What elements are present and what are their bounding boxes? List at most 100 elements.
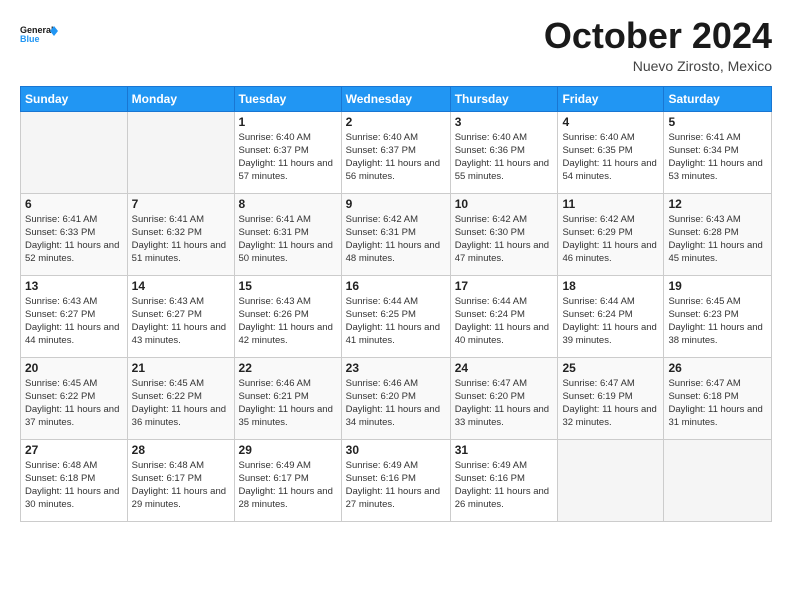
sunset: Sunset: 6:23 PM bbox=[668, 309, 738, 320]
sunset: Sunset: 6:24 PM bbox=[455, 309, 525, 320]
day-cell-25: 25Sunrise: 6:47 AMSunset: 6:19 PMDayligh… bbox=[558, 357, 664, 439]
day-cell-22: 22Sunrise: 6:46 AMSunset: 6:21 PMDayligh… bbox=[234, 357, 341, 439]
day-detail: Sunrise: 6:49 AMSunset: 6:16 PMDaylight:… bbox=[346, 459, 446, 512]
daylight: Daylight: 11 hours and 46 minutes. bbox=[562, 240, 656, 264]
day-number: 13 bbox=[25, 279, 123, 293]
day-detail: Sunrise: 6:40 AMSunset: 6:35 PMDaylight:… bbox=[562, 131, 659, 184]
empty-cell bbox=[21, 111, 128, 193]
day-number: 12 bbox=[668, 197, 767, 211]
day-cell-11: 11 Sunrise: 6:42 AMSunset: 6:29 PMDayligh… bbox=[558, 193, 664, 275]
day-number: 8 bbox=[239, 197, 337, 211]
header: General Blue October 2024 Nuevo Zirosto,… bbox=[20, 16, 772, 74]
day-cell-10: 10Sunrise: 6:42 AMSunset: 6:30 PMDayligh… bbox=[450, 193, 558, 275]
day-number: 14 bbox=[132, 279, 230, 293]
daylight: Daylight: 11 hours and 38 minutes. bbox=[668, 322, 762, 346]
sunset: Sunset: 6:19 PM bbox=[562, 391, 632, 402]
day-detail: Sunrise: 6:46 AMSunset: 6:21 PMDaylight:… bbox=[239, 377, 337, 430]
day-cell-5: 5 Sunrise: 6:41 AMSunset: 6:34 PMDaylight… bbox=[664, 111, 772, 193]
month-title: October 2024 bbox=[544, 16, 772, 56]
sunset: Sunset: 6:17 PM bbox=[239, 473, 309, 484]
sunset: Sunset: 6:18 PM bbox=[668, 391, 738, 402]
day-cell-6: 6Sunrise: 6:41 AMSunset: 6:33 PMDaylight… bbox=[21, 193, 128, 275]
day-detail: Sunrise: 6:48 AMSunset: 6:18 PMDaylight:… bbox=[25, 459, 123, 512]
day-cell-9: 9Sunrise: 6:42 AMSunset: 6:31 PMDaylight… bbox=[341, 193, 450, 275]
daylight: Daylight: 11 hours and 33 minutes. bbox=[455, 404, 549, 428]
sunrise: Sunrise: 6:42 AM bbox=[455, 214, 527, 225]
day-number: 7 bbox=[132, 197, 230, 211]
day-cell-20: 20 Sunrise: 6:45 AMSunset: 6:22 PMDayligh… bbox=[21, 357, 128, 439]
sunset: Sunset: 6:25 PM bbox=[346, 309, 416, 320]
day-cell-28: 28Sunrise: 6:48 AMSunset: 6:17 PMDayligh… bbox=[127, 439, 234, 521]
day-detail: Sunrise: 6:43 AMSunset: 6:28 PMDaylight:… bbox=[668, 213, 767, 266]
daylight: Daylight: 11 hours and 53 minutes. bbox=[668, 158, 762, 182]
page: General Blue October 2024 Nuevo Zirosto,… bbox=[0, 0, 792, 612]
svg-text:General: General bbox=[20, 25, 54, 35]
day-number: 30 bbox=[346, 443, 446, 457]
day-number: 10 bbox=[455, 197, 554, 211]
day-cell-21: 21Sunrise: 6:45 AMSunset: 6:22 PMDayligh… bbox=[127, 357, 234, 439]
empty-cell bbox=[127, 111, 234, 193]
day-detail: Sunrise: 6:49 AMSunset: 6:17 PMDaylight:… bbox=[239, 459, 337, 512]
day-cell-8: 8Sunrise: 6:41 AMSunset: 6:31 PMDaylight… bbox=[234, 193, 341, 275]
sunrise: Sunrise: 6:40 AM bbox=[346, 132, 418, 143]
sunset: Sunset: 6:31 PM bbox=[346, 227, 416, 238]
col-header-friday: Friday bbox=[558, 86, 664, 111]
daylight: Daylight: 11 hours and 31 minutes. bbox=[668, 404, 762, 428]
daylight: Daylight: 11 hours and 57 minutes. bbox=[239, 158, 333, 182]
day-cell-2: 2Sunrise: 6:40 AMSunset: 6:37 PMDaylight… bbox=[341, 111, 450, 193]
sunrise: Sunrise: 6:40 AM bbox=[239, 132, 311, 143]
sunrise: Sunrise: 6:44 AM bbox=[346, 296, 418, 307]
day-number: 5 bbox=[668, 115, 767, 129]
day-cell-15: 15Sunrise: 6:43 AMSunset: 6:26 PMDayligh… bbox=[234, 275, 341, 357]
day-number: 20 bbox=[25, 361, 123, 375]
sunset: Sunset: 6:28 PM bbox=[668, 227, 738, 238]
daylight: Daylight: 11 hours and 39 minutes. bbox=[562, 322, 656, 346]
day-number: 3 bbox=[455, 115, 554, 129]
daylight: Daylight: 11 hours and 47 minutes. bbox=[455, 240, 549, 264]
sunrise: Sunrise: 6:42 AM bbox=[562, 214, 634, 225]
sunset: Sunset: 6:27 PM bbox=[25, 309, 95, 320]
day-number: 16 bbox=[346, 279, 446, 293]
week-row-3: 13 Sunrise: 6:43 AM Sunset: 6:27 PM Dayligh… bbox=[21, 275, 772, 357]
day-detail: Sunrise: 6:44 AM Sunset: 6:25 PM Daylight:… bbox=[346, 295, 446, 348]
sunrise: Sunrise: 6:43 AM bbox=[668, 214, 740, 225]
day-detail: Sunrise: 6:49 AMSunset: 6:16 PMDaylight:… bbox=[455, 459, 554, 512]
sunset: Sunset: 6:35 PM bbox=[562, 145, 632, 156]
day-number: 9 bbox=[346, 197, 446, 211]
day-cell-4: 4Sunrise: 6:40 AMSunset: 6:35 PMDaylight… bbox=[558, 111, 664, 193]
day-cell-30: 30 Sunrise: 6:49 AMSunset: 6:16 PMDayligh… bbox=[341, 439, 450, 521]
day-detail: Sunrise: 6:47 AMSunset: 6:19 PMDaylight:… bbox=[562, 377, 659, 430]
sunset: Sunset: 6:37 PM bbox=[346, 145, 416, 156]
daylight: Daylight: 11 hours and 30 minutes. bbox=[25, 486, 119, 510]
daylight: Daylight: 11 hours and 36 minutes. bbox=[132, 404, 226, 428]
day-detail: Sunrise: 6:41 AMSunset: 6:32 PMDaylight:… bbox=[132, 213, 230, 266]
sunrise: Sunrise: 6:40 AM bbox=[562, 132, 634, 143]
daylight: Daylight: 11 hours and 41 minutes. bbox=[346, 322, 440, 346]
day-cell-23: 23Sunrise: 6:46 AMSunset: 6:20 PMDayligh… bbox=[341, 357, 450, 439]
day-cell-1: 1Sunrise: 6:40 AMSunset: 6:37 PMDaylight… bbox=[234, 111, 341, 193]
day-number: 11 bbox=[562, 197, 659, 211]
day-detail: Sunrise: 6:41 AMSunset: 6:33 PMDaylight:… bbox=[25, 213, 123, 266]
day-detail: Sunrise: 6:42 AMSunset: 6:29 PMDaylight:… bbox=[562, 213, 659, 266]
day-cell-14: 14Sunrise: 6:43 AMSunset: 6:27 PMDayligh… bbox=[127, 275, 234, 357]
day-cell-13: 13Sunrise: 6:43 AMSunset: 6:27 PMDayligh… bbox=[21, 275, 128, 357]
day-detail: Sunrise: 6:45 AMSunset: 6:22 PMDaylight:… bbox=[132, 377, 230, 430]
sunset: Sunset: 6:37 PM bbox=[239, 145, 309, 156]
day-detail: Sunrise: 6:41 AMSunset: 6:34 PMDaylight:… bbox=[668, 131, 767, 184]
day-detail: Sunrise: 6:45 AMSunset: 6:22 PMDaylight:… bbox=[25, 377, 123, 430]
day-detail: Sunrise: 6:47 AMSunset: 6:20 PMDaylight:… bbox=[455, 377, 554, 430]
daylight: Daylight: 11 hours and 42 minutes. bbox=[239, 322, 333, 346]
day-number: 28 bbox=[132, 443, 230, 457]
sunset: Sunset: 6:16 PM bbox=[455, 473, 525, 484]
day-cell-26: 26Sunrise: 6:47 AMSunset: 6:18 PMDayligh… bbox=[664, 357, 772, 439]
sunset: Sunset: 6:20 PM bbox=[346, 391, 416, 402]
day-number: 15 bbox=[239, 279, 337, 293]
title-area: October 2024 Nuevo Zirosto, Mexico bbox=[544, 16, 772, 74]
sunrise: Sunrise: 6:41 AM bbox=[25, 214, 97, 225]
day-detail: Sunrise: 6:45 AMSunset: 6:23 PMDaylight:… bbox=[668, 295, 767, 348]
daylight: Daylight: 11 hours and 29 minutes. bbox=[132, 486, 226, 510]
sunset: Sunset: 6:22 PM bbox=[25, 391, 95, 402]
logo: General Blue bbox=[20, 16, 58, 54]
sunrise: Sunrise: 6:43 AM bbox=[25, 296, 97, 307]
daylight: Daylight: 11 hours and 26 minutes. bbox=[455, 486, 549, 510]
